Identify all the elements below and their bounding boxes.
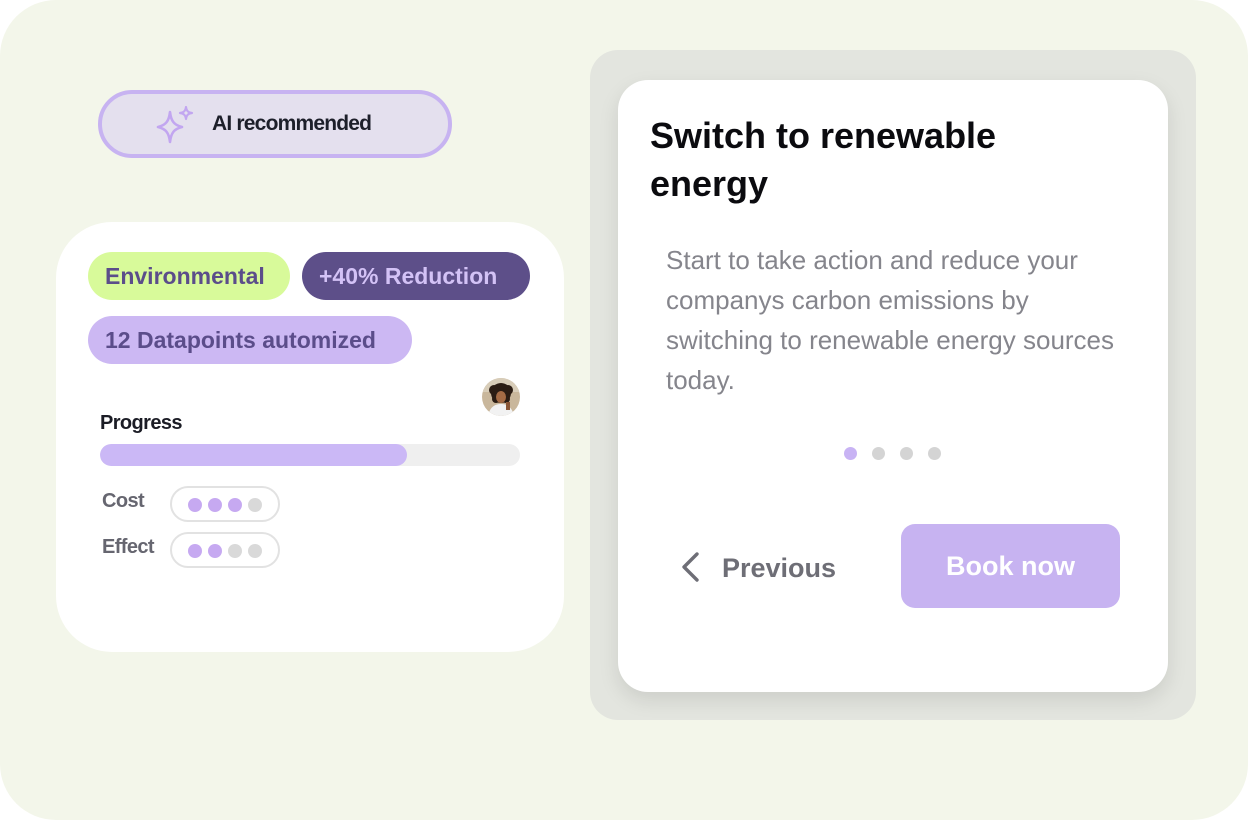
- ai-recommended-badge: AI recommended: [98, 90, 452, 158]
- summary-card: Environmental +40% Reduction 12 Datapoin…: [56, 222, 564, 652]
- rating-dot: [228, 498, 242, 512]
- avatar: [482, 378, 520, 416]
- tag-environmental: Environmental: [88, 252, 290, 300]
- effect-label: Effect: [102, 536, 155, 558]
- canvas: AI recommended Environmental +40% Reduct…: [0, 0, 1248, 820]
- previous-button[interactable]: Previous: [674, 544, 854, 592]
- pager-dot[interactable]: [872, 447, 885, 460]
- rating-dot: [208, 544, 222, 558]
- rating-dot: [188, 544, 202, 558]
- progress-label: Progress: [100, 412, 183, 434]
- rating-dot: [208, 498, 222, 512]
- chevron-left-icon: [682, 552, 699, 582]
- user-avatar-icon: [482, 378, 520, 416]
- card-title: Switch to renewable energy: [650, 115, 997, 204]
- pager-dot[interactable]: [844, 447, 857, 460]
- rating-dot: [228, 544, 242, 558]
- book-now-button[interactable]: Book now: [901, 524, 1120, 608]
- progress-bar: [100, 444, 520, 466]
- cost-label: Cost: [102, 490, 145, 512]
- previous-label: Previous: [722, 553, 837, 583]
- tag-reduction: +40% Reduction: [302, 252, 530, 300]
- effect-meter: [170, 532, 280, 568]
- cost-meter: [170, 486, 280, 522]
- pager-dot[interactable]: [900, 447, 913, 460]
- rating-dot: [188, 498, 202, 512]
- pager-dot[interactable]: [928, 447, 941, 460]
- tag-datapoints: 12 Datapoints automized: [88, 316, 412, 364]
- sparkle-icon: [156, 106, 194, 144]
- progress-fill: [100, 444, 407, 466]
- rating-dot: [248, 498, 262, 512]
- ai-recommended-label: AI recommended: [212, 112, 372, 135]
- card-description: Start to take action and reduce your com…: [666, 245, 1115, 395]
- detail-card: Switch to renewable energy Start to take…: [618, 80, 1168, 692]
- rating-dot: [248, 544, 262, 558]
